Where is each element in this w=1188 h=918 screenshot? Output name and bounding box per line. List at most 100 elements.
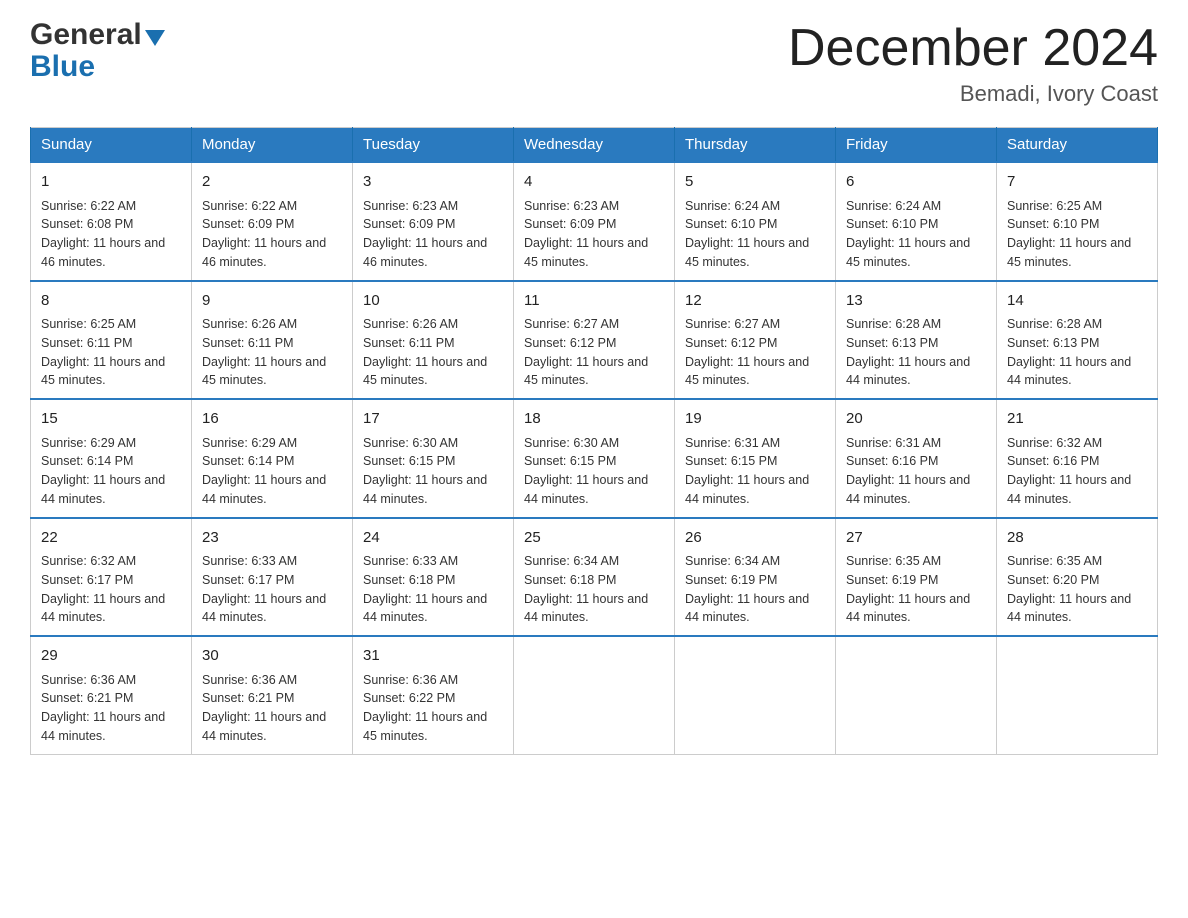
calendar-cell: 24Sunrise: 6:33 AMSunset: 6:18 PMDayligh… <box>353 518 514 637</box>
calendar-cell: 27Sunrise: 6:35 AMSunset: 6:19 PMDayligh… <box>836 518 997 637</box>
daylight-text: Daylight: 11 hours and 46 minutes. <box>363 236 487 269</box>
daylight-text: Daylight: 11 hours and 44 minutes. <box>846 592 970 625</box>
calendar-week-row: 29Sunrise: 6:36 AMSunset: 6:21 PMDayligh… <box>31 636 1158 754</box>
calendar-table: SundayMondayTuesdayWednesdayThursdayFrid… <box>30 127 1158 755</box>
calendar-cell: 31 Sunrise: 6:36 AM Sunset: 6:22 PM Dayligh… <box>353 636 514 754</box>
calendar-cell: 30Sunrise: 6:36 AMSunset: 6:21 PMDayligh… <box>192 636 353 754</box>
sunrise-text: Sunrise: 6:33 AM <box>202 554 297 568</box>
calendar-cell: 16Sunrise: 6:29 AMSunset: 6:14 PMDayligh… <box>192 399 353 518</box>
sunset-text: Sunset: 6:17 PM <box>202 573 294 587</box>
calendar-cell: 9Sunrise: 6:26 AMSunset: 6:11 PMDaylight… <box>192 281 353 400</box>
day-number: 18 <box>524 408 664 431</box>
sunrise-text: Sunrise: 6:29 AM <box>41 436 136 450</box>
day-number: 22 <box>41 527 181 550</box>
sunrise-text: Sunrise: 6:30 AM <box>363 436 458 450</box>
sunrise-text: Sunrise: 6:33 AM <box>363 554 458 568</box>
calendar-header-sunday: Sunday <box>31 128 192 163</box>
sunset-text: Sunset: 6:09 PM <box>524 217 616 231</box>
day-number: 6 <box>846 171 986 194</box>
calendar-cell <box>675 636 836 754</box>
calendar-cell: 6Sunrise: 6:24 AMSunset: 6:10 PMDaylight… <box>836 162 997 281</box>
logo: General Blue <box>30 20 165 82</box>
sunrise-text: Sunrise: 6:26 AM <box>363 317 458 331</box>
calendar-cell <box>997 636 1158 754</box>
sunset-text: Sunset: 6:12 PM <box>524 336 616 350</box>
sunset-text: Sunset: 6:13 PM <box>846 336 938 350</box>
calendar-body: 1Sunrise: 6:22 AMSunset: 6:08 PMDaylight… <box>31 162 1158 754</box>
logo-general: General <box>30 20 142 50</box>
daylight-text: Daylight: 11 hours and 45 minutes. <box>1007 236 1131 269</box>
calendar-week-row: 8Sunrise: 6:25 AMSunset: 6:11 PMDaylight… <box>31 281 1158 400</box>
sunset-text: Sunset: 6:11 PM <box>41 336 133 350</box>
sunrise-text: Sunrise: 6:27 AM <box>524 317 619 331</box>
sunset-text: Sunset: 6:10 PM <box>685 217 777 231</box>
daylight-text: Daylight: 11 hours and 44 minutes. <box>524 473 648 506</box>
calendar-cell: 1Sunrise: 6:22 AMSunset: 6:08 PMDaylight… <box>31 162 192 281</box>
calendar-cell: 18 Sunrise: 6:30 AM Sunset: 6:15 PM Dayligh… <box>514 399 675 518</box>
sunrise-text: Sunrise: 6:34 AM <box>685 554 780 568</box>
daylight-text: Daylight: 11 hours and 45 minutes. <box>363 710 487 743</box>
daylight-text: Daylight: 11 hours and 44 minutes. <box>1007 473 1131 506</box>
sunset-text: Sunset: 6:22 PM <box>363 691 455 705</box>
day-number: 14 <box>1007 290 1147 313</box>
calendar-week-row: 1Sunrise: 6:22 AMSunset: 6:08 PMDaylight… <box>31 162 1158 281</box>
daylight-text: Daylight: 11 hours and 44 minutes. <box>41 592 165 625</box>
sunrise-text: Sunrise: 6:24 AM <box>685 199 780 213</box>
sunrise-text: Sunrise: 6:36 AM <box>41 673 136 687</box>
calendar-cell: 2Sunrise: 6:22 AMSunset: 6:09 PMDaylight… <box>192 162 353 281</box>
calendar-cell: 3Sunrise: 6:23 AMSunset: 6:09 PMDaylight… <box>353 162 514 281</box>
logo-triangle-icon <box>145 30 165 46</box>
day-number: 25 <box>524 527 664 550</box>
sunset-text: Sunset: 6:16 PM <box>1007 454 1099 468</box>
sunrise-text: Sunrise: 6:22 AM <box>41 199 136 213</box>
sunrise-text: Sunrise: 6:36 AM <box>363 673 458 687</box>
sunset-text: Sunset: 6:15 PM <box>524 454 616 468</box>
daylight-text: Daylight: 11 hours and 45 minutes. <box>363 355 487 388</box>
page-header: General Blue December 2024 Bemadi, Ivory… <box>30 20 1158 107</box>
sunrise-text: Sunrise: 6:32 AM <box>1007 436 1102 450</box>
sunrise-text: Sunrise: 6:28 AM <box>846 317 941 331</box>
daylight-text: Daylight: 11 hours and 44 minutes. <box>202 592 326 625</box>
calendar-cell: 10Sunrise: 6:26 AMSunset: 6:11 PMDayligh… <box>353 281 514 400</box>
calendar-header-row: SundayMondayTuesdayWednesdayThursdayFrid… <box>31 128 1158 163</box>
calendar-header-wednesday: Wednesday <box>514 128 675 163</box>
daylight-text: Daylight: 11 hours and 44 minutes. <box>363 473 487 506</box>
day-number: 31 <box>363 645 503 668</box>
calendar-cell: 4Sunrise: 6:23 AMSunset: 6:09 PMDaylight… <box>514 162 675 281</box>
day-number: 16 <box>202 408 342 431</box>
daylight-text: Daylight: 11 hours and 45 minutes. <box>41 355 165 388</box>
sunset-text: Sunset: 6:08 PM <box>41 217 133 231</box>
sunrise-text: Sunrise: 6:27 AM <box>685 317 780 331</box>
daylight-text: Daylight: 11 hours and 44 minutes. <box>685 592 809 625</box>
logo-blue: Blue <box>30 52 95 82</box>
sunset-text: Sunset: 6:10 PM <box>846 217 938 231</box>
daylight-text: Daylight: 11 hours and 44 minutes. <box>41 473 165 506</box>
calendar-cell: 20Sunrise: 6:31 AMSunset: 6:16 PMDayligh… <box>836 399 997 518</box>
day-number: 17 <box>363 408 503 431</box>
day-number: 4 <box>524 171 664 194</box>
calendar-header-friday: Friday <box>836 128 997 163</box>
sunrise-text: Sunrise: 6:34 AM <box>524 554 619 568</box>
sunset-text: Sunset: 6:09 PM <box>202 217 294 231</box>
day-number: 21 <box>1007 408 1147 431</box>
daylight-text: Daylight: 11 hours and 46 minutes. <box>202 236 326 269</box>
sunset-text: Sunset: 6:17 PM <box>41 573 133 587</box>
calendar-cell: 14Sunrise: 6:28 AMSunset: 6:13 PMDayligh… <box>997 281 1158 400</box>
daylight-text: Daylight: 11 hours and 44 minutes. <box>846 355 970 388</box>
sunrise-text: Sunrise: 6:30 AM <box>524 436 619 450</box>
sunset-text: Sunset: 6:15 PM <box>363 454 455 468</box>
sunset-text: Sunset: 6:15 PM <box>685 454 777 468</box>
day-number: 7 <box>1007 171 1147 194</box>
day-number: 15 <box>41 408 181 431</box>
calendar-cell: 23Sunrise: 6:33 AMSunset: 6:17 PMDayligh… <box>192 518 353 637</box>
calendar-cell: 11Sunrise: 6:27 AMSunset: 6:12 PMDayligh… <box>514 281 675 400</box>
daylight-text: Daylight: 11 hours and 44 minutes. <box>202 473 326 506</box>
calendar-cell: 7Sunrise: 6:25 AMSunset: 6:10 PMDaylight… <box>997 162 1158 281</box>
calendar-subtitle: Bemadi, Ivory Coast <box>788 81 1158 107</box>
daylight-text: Daylight: 11 hours and 44 minutes. <box>1007 355 1131 388</box>
daylight-text: Daylight: 11 hours and 44 minutes. <box>1007 592 1131 625</box>
sunrise-text: Sunrise: 6:23 AM <box>524 199 619 213</box>
calendar-week-row: 22Sunrise: 6:32 AMSunset: 6:17 PMDayligh… <box>31 518 1158 637</box>
calendar-cell: 17 Sunrise: 6:30 AM Sunset: 6:15 PM Dayligh… <box>353 399 514 518</box>
sunset-text: Sunset: 6:19 PM <box>685 573 777 587</box>
